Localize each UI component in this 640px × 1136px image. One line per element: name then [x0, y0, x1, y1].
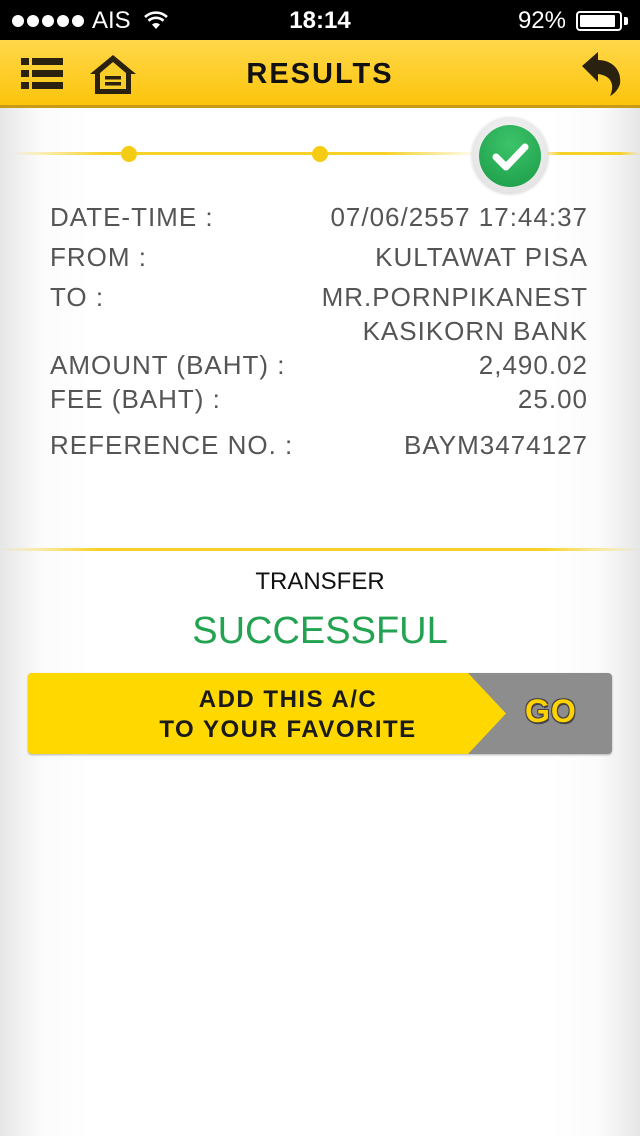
step-3-complete: [472, 118, 548, 194]
detail-row-to: TO : MR.PORNPIKANEST: [50, 282, 588, 318]
detail-label: AMOUNT (BAHT) :: [50, 350, 286, 380]
detail-value: 2,490.02: [478, 350, 588, 380]
detail-row-amount: AMOUNT (BAHT) : 2,490.02: [50, 350, 588, 386]
detail-row-datetime: DATE-TIME : 07/06/2557 17:44:37: [50, 202, 588, 238]
progress-steps: [0, 110, 640, 200]
progress-line-end: [540, 152, 640, 155]
add-favorite-line2: TO YOUR FAVORITE: [159, 716, 417, 743]
step-1-dot: [121, 146, 137, 162]
result-label: TRANSFER: [255, 568, 385, 595]
detail-row-reference: REFERENCE NO. : BAYM3474127: [50, 430, 588, 466]
detail-value: BAYM3474127: [404, 430, 588, 460]
detail-row-bank: KASIKORN BANK: [50, 316, 588, 352]
step-2-dot: [312, 146, 328, 162]
progress-line: [10, 152, 480, 155]
detail-value: 07/06/2557 17:44:37: [330, 202, 588, 232]
detail-value: KULTAWAT PISA: [375, 242, 588, 272]
result-status: SUCCESSFUL: [192, 610, 448, 652]
battery-percent: 92%: [517, 7, 566, 34]
battery-icon: [576, 11, 622, 31]
add-favorite-line1: ADD THIS A/C: [198, 686, 378, 713]
battery-status: 92%: [518, 7, 628, 35]
back-button[interactable]: [578, 50, 626, 96]
detail-value: 25.00: [517, 384, 588, 414]
detail-row-fee: FEE (BAHT) : 25.00: [50, 384, 588, 420]
app-header: RESULTS: [0, 40, 640, 108]
add-favorite-button[interactable]: ADD THIS A/C TO YOUR FAVORITE GO: [28, 673, 612, 754]
detail-value: MR.PORNPIKANEST: [321, 282, 588, 312]
go-label: GO: [525, 693, 577, 729]
detail-label: DATE-TIME :: [50, 202, 214, 232]
page-title: RESULTS: [246, 58, 394, 90]
detail-label: FEE (BAHT) :: [50, 384, 221, 414]
status-bar: AIS 18:14 92%: [0, 0, 640, 40]
check-icon: [492, 143, 529, 171]
detail-label: REFERENCE NO. :: [50, 430, 294, 460]
add-favorite-label: ADD THIS A/C TO YOUR FAVORITE: [88, 685, 488, 745]
detail-value: KASIKORN BANK: [362, 316, 588, 346]
detail-row-from: FROM : KULTAWAT PISA: [50, 242, 588, 278]
detail-label: TO :: [50, 282, 105, 312]
section-divider: [0, 548, 640, 551]
undo-arrow-icon: [582, 52, 621, 96]
detail-label: FROM :: [50, 242, 147, 272]
